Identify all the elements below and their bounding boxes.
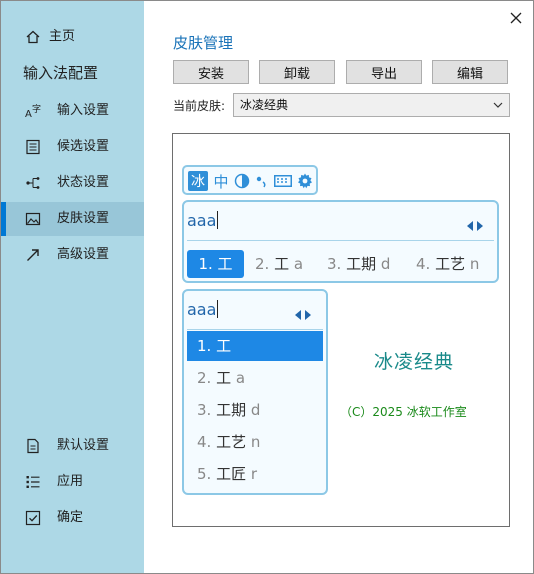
settings-window: 主页 输入法配置 A字 输入设置 候选设置 状态设置 皮肤设置 高级设置 默认设… [0, 0, 534, 574]
export-button[interactable]: 导出 [346, 60, 422, 84]
sidebar-item-advanced-settings[interactable]: 高级设置 [1, 238, 144, 272]
sidebar-item-label: 候选设置 [57, 139, 110, 154]
apply-icon [25, 474, 41, 490]
sidebar-item-candidate-settings[interactable]: 候选设置 [1, 130, 144, 164]
candidate-item: 3. 工期 d [197, 401, 261, 419]
sidebar-item-label: 皮肤设置 [57, 211, 110, 226]
sidebar-item-status-settings[interactable]: 状态设置 [1, 166, 144, 200]
sidebar: 主页 输入法配置 A字 输入设置 候选设置 状态设置 皮肤设置 高级设置 默认设… [1, 1, 144, 573]
chinese-mode-icon: 中 [213, 172, 229, 191]
page-arrows [467, 216, 483, 235]
sidebar-item-skin-settings[interactable]: 皮肤设置 [1, 202, 144, 236]
confirm-icon [25, 510, 41, 526]
sidebar-item-label: 确定 [57, 510, 84, 525]
page-arrows [295, 305, 311, 324]
candidate-item: 1. 工 [187, 250, 244, 278]
sidebar-item-label: 主页 [49, 29, 76, 44]
candidate-item: 1. 工 [187, 331, 323, 361]
punctuation-icon [254, 171, 270, 191]
next-page-icon [476, 216, 483, 235]
composition-string: aaa [187, 211, 219, 230]
sidebar-item-label: 状态设置 [57, 175, 110, 190]
skin-settings-icon [25, 211, 41, 227]
sidebar-item-label: 输入设置 [57, 103, 110, 118]
svg-text:字: 字 [32, 103, 41, 115]
svg-text:A: A [25, 109, 32, 119]
candidate-item: 4. 工艺 n [416, 255, 480, 273]
gear-icon [296, 171, 314, 191]
candidate-settings-icon [25, 139, 41, 155]
sidebar-item-apply[interactable]: 应用 [1, 465, 144, 499]
sidebar-item-label: 应用 [57, 474, 84, 489]
sidebar-item-label: 高级设置 [57, 247, 110, 262]
statusbar-preview: 冰 中 [182, 165, 318, 195]
default-settings-icon [25, 438, 41, 454]
copyright-text: （C）2025 冰软工作室 [340, 405, 467, 419]
edit-button[interactable]: 编辑 [432, 60, 508, 84]
section-title: 输入法配置 [23, 64, 99, 82]
prev-page-icon [295, 305, 302, 324]
current-skin-label: 当前皮肤: [173, 99, 226, 113]
candidate-item: 2. 工 a [197, 369, 246, 387]
input-settings-icon: A字 [25, 103, 41, 119]
chevron-down-icon [493, 94, 503, 116]
horizontal-candidate-preview: aaa 1. 工 2. 工 a 3. 工期 d 4. 工艺 n [182, 200, 499, 283]
home-icon [25, 29, 41, 45]
current-skin-select[interactable]: 冰凌经典 [233, 93, 510, 117]
divider [187, 240, 494, 241]
divider [187, 329, 323, 330]
uninstall-button[interactable]: 卸载 [259, 60, 335, 84]
advanced-settings-icon [25, 247, 41, 263]
soft-keyboard-icon [273, 171, 293, 191]
ime-logo-icon: 冰 [188, 171, 208, 191]
candidate-item: 4. 工艺 n [197, 433, 261, 451]
sidebar-item-confirm[interactable]: 确定 [1, 501, 144, 535]
page-title: 皮肤管理 [173, 34, 234, 52]
close-button[interactable] [505, 7, 527, 29]
sidebar-item-default-settings[interactable]: 默认设置 [1, 429, 144, 463]
candidate-item: 5. 工匠 r [197, 465, 258, 483]
install-button[interactable]: 安装 [173, 60, 249, 84]
close-icon [510, 9, 522, 28]
fullwidth-toggle-icon [233, 171, 251, 191]
candidate-item: 3. 工期 d [327, 255, 391, 273]
sidebar-item-label: 默认设置 [57, 438, 110, 453]
sidebar-item-home[interactable]: 主页 [1, 20, 144, 54]
sidebar-item-input-settings[interactable]: A字 输入设置 [1, 94, 144, 128]
composition-string: aaa [187, 300, 219, 319]
candidate-item: 2. 工 a [255, 255, 304, 273]
status-settings-icon [25, 175, 41, 191]
skin-name-title: 冰凌经典 [374, 351, 455, 373]
current-skin-value: 冰凌经典 [240, 98, 289, 112]
prev-page-icon [467, 216, 474, 235]
next-page-icon [304, 305, 311, 324]
vertical-candidate-preview: aaa 1. 工 2. 工 a 3. 工期 d 4. 工艺 n 5. 工匠 r [182, 289, 328, 495]
